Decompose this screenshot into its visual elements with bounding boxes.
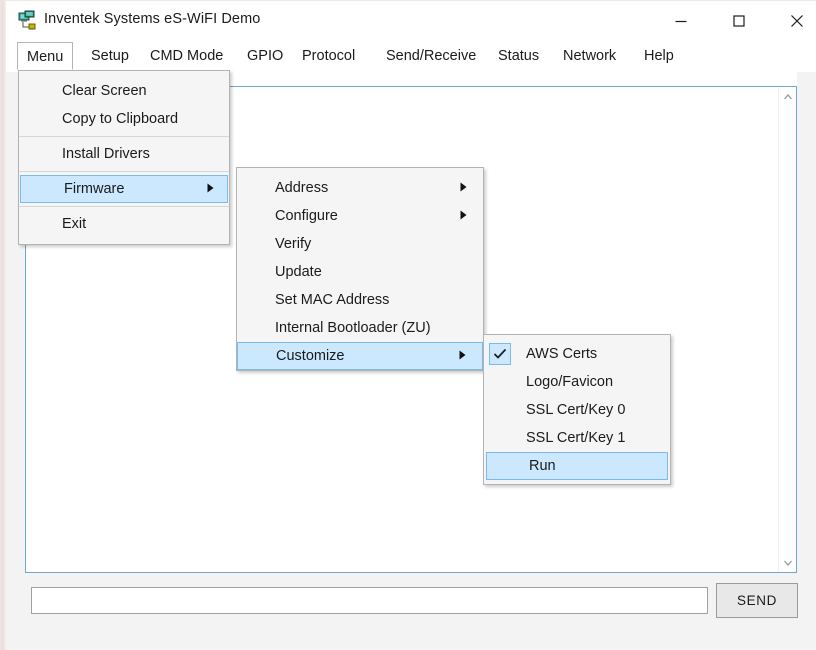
menu-item-label: Logo/Favicon xyxy=(526,374,614,390)
output-scrollbar[interactable] xyxy=(778,87,796,572)
menubar-item-network[interactable]: Network xyxy=(554,42,625,70)
menu-item-label: AWS Certs xyxy=(526,346,598,362)
maximize-button[interactable] xyxy=(716,1,762,41)
menubar-item-send-receive[interactable]: Send/Receive xyxy=(377,42,485,70)
menu-item-customize[interactable]: Customize xyxy=(237,342,483,370)
menu-item-clear-screen[interactable]: Clear Screen xyxy=(19,77,229,105)
menu-item-label: SSL Cert/Key 0 xyxy=(526,402,626,418)
title-bar: Inventek Systems eS-WiFI Demo xyxy=(6,0,816,41)
panel-background-right xyxy=(797,72,816,650)
command-input[interactable] xyxy=(31,587,708,614)
submenu-arrow-icon xyxy=(207,175,214,203)
menu-item-label: Run xyxy=(529,458,556,474)
menu-item-internal-bootloader[interactable]: Internal Bootloader (ZU) xyxy=(237,314,483,342)
menu-item-label: Address xyxy=(275,180,329,196)
network-computer-icon xyxy=(17,10,39,32)
menu-item-run[interactable]: Run xyxy=(486,452,668,480)
menu-separator xyxy=(19,136,229,137)
menu-item-ssl-cert-key-0[interactable]: SSL Cert/Key 0 xyxy=(484,396,670,424)
menu-item-label: Customize xyxy=(276,348,345,364)
menu-item-aws-certs[interactable]: AWS Certs xyxy=(484,340,670,368)
menu-item-update[interactable]: Update xyxy=(237,258,483,286)
menu-separator xyxy=(19,206,229,207)
chevron-up-icon[interactable] xyxy=(779,88,796,105)
submenu-arrow-icon xyxy=(460,202,467,230)
menu-item-exit[interactable]: Exit xyxy=(19,210,229,238)
menu-item-label: Set MAC Address xyxy=(275,292,390,308)
menu-item-label: Internal Bootloader (ZU) xyxy=(275,320,431,336)
window-title: Inventek Systems eS-WiFI Demo xyxy=(44,11,261,27)
minimize-button[interactable] xyxy=(658,1,704,41)
menu-dropdown-firmware: Address Configure Verify Update Set MAC … xyxy=(236,167,484,371)
chevron-down-icon[interactable] xyxy=(779,554,796,571)
submenu-arrow-icon xyxy=(459,342,466,370)
menu-item-firmware[interactable]: Firmware xyxy=(20,175,228,203)
menu-item-ssl-cert-key-1[interactable]: SSL Cert/Key 1 xyxy=(484,424,670,452)
menu-item-verify[interactable]: Verify xyxy=(237,230,483,258)
menu-dropdown-customize: AWS Certs Logo/Favicon SSL Cert/Key 0 SS… xyxy=(483,334,671,485)
menu-item-label: Configure xyxy=(275,208,338,224)
menu-item-logo-favicon[interactable]: Logo/Favicon xyxy=(484,368,670,396)
menubar-item-cmd-mode[interactable]: CMD Mode xyxy=(141,42,232,70)
menubar-item-status[interactable]: Status xyxy=(489,42,548,70)
menu-item-configure[interactable]: Configure xyxy=(237,202,483,230)
menu-item-label: Clear Screen xyxy=(62,83,147,99)
menu-item-label: Copy to Clipboard xyxy=(62,111,179,127)
menu-item-label: Verify xyxy=(275,236,312,252)
menu-item-label: Exit xyxy=(62,216,87,232)
send-button[interactable]: SEND xyxy=(716,583,798,618)
menu-item-address[interactable]: Address xyxy=(237,174,483,202)
menu-separator xyxy=(19,171,229,172)
menu-dropdown-main: Clear Screen Copy to Clipboard Install D… xyxy=(18,70,230,245)
menu-item-copy-to-clipboard[interactable]: Copy to Clipboard xyxy=(19,105,229,133)
menu-bar: Menu Setup CMD Mode GPIO Protocol Send/R… xyxy=(6,40,816,72)
menu-item-label: SSL Cert/Key 1 xyxy=(526,430,626,446)
menubar-item-setup[interactable]: Setup xyxy=(82,42,138,70)
submenu-arrow-icon xyxy=(460,174,467,202)
menu-item-label: Firmware xyxy=(64,181,125,197)
application-window: Inventek Systems eS-WiFI Demo Menu Setup… xyxy=(6,0,816,650)
close-button[interactable] xyxy=(774,1,816,41)
menubar-item-menu[interactable]: Menu xyxy=(17,42,74,70)
menu-item-label: Install Drivers xyxy=(62,146,150,162)
menu-item-set-mac-address[interactable]: Set MAC Address xyxy=(237,286,483,314)
menubar-item-protocol[interactable]: Protocol xyxy=(293,42,364,70)
panel-background-footer xyxy=(6,625,816,650)
menubar-item-gpio[interactable]: GPIO xyxy=(238,42,292,70)
menu-item-install-drivers[interactable]: Install Drivers xyxy=(19,140,229,168)
menu-item-label: Update xyxy=(275,264,322,280)
menubar-item-help[interactable]: Help xyxy=(635,42,683,70)
